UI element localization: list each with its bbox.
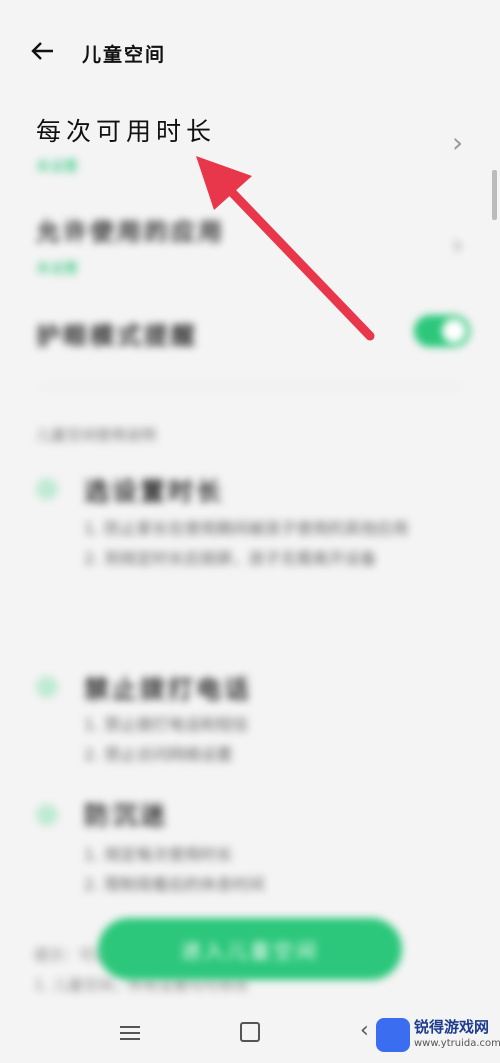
scrollbar — [492, 170, 497, 220]
home-icon[interactable] — [240, 1022, 260, 1042]
step-desc: 1. 规定每次使用时长 2. 限制观看后的休息时间 — [84, 845, 265, 894]
step-title: 防沉迷 — [84, 801, 169, 830]
watermark-url: www.ytruida.com — [414, 1038, 500, 1049]
step-desc: 1. 防止家长在使用期间被孩子使用的其他应用 2. 到规定时长后锁屏，孩子无需离… — [84, 519, 409, 568]
step-icon — [36, 676, 58, 698]
divider — [40, 386, 460, 387]
step-icon — [36, 478, 58, 500]
chevron-right-icon[interactable]: › — [452, 126, 463, 159]
eye-care-title: 护眼模式提醒 — [36, 322, 198, 350]
step-desc: 1. 禁止拨打电话和短信 2. 禁止访问网络设置 — [84, 715, 249, 764]
chevron-right-icon[interactable]: › — [452, 228, 463, 261]
title-bar — [0, 22, 500, 82]
allowed-apps-value: 未设置 — [36, 261, 78, 277]
time-limit-label[interactable]: 每次可用时长 — [36, 112, 216, 148]
eye-care-toggle[interactable] — [414, 315, 470, 347]
page-title: 儿童空间 — [82, 44, 167, 66]
back-arrow-icon[interactable] — [30, 38, 56, 64]
watermark-name: 锐得游戏网 — [414, 1018, 490, 1036]
enter-kids-space-button[interactable]: 进入儿童空间 — [98, 918, 402, 980]
allowed-apps-title[interactable]: 允许使用的应用 — [36, 212, 225, 247]
menu-icon[interactable] — [120, 1022, 140, 1040]
section-label: 儿童空间使用说明 — [36, 426, 157, 444]
step-title: 禁止拨打电话 — [84, 675, 253, 704]
step-icon — [36, 804, 58, 826]
back-nav-icon[interactable]: ‹ — [360, 1018, 369, 1043]
watermark-logo-icon — [376, 1018, 410, 1052]
time-limit-value: 未设置 — [36, 159, 78, 175]
step-title: 选设置时长 — [84, 477, 225, 506]
